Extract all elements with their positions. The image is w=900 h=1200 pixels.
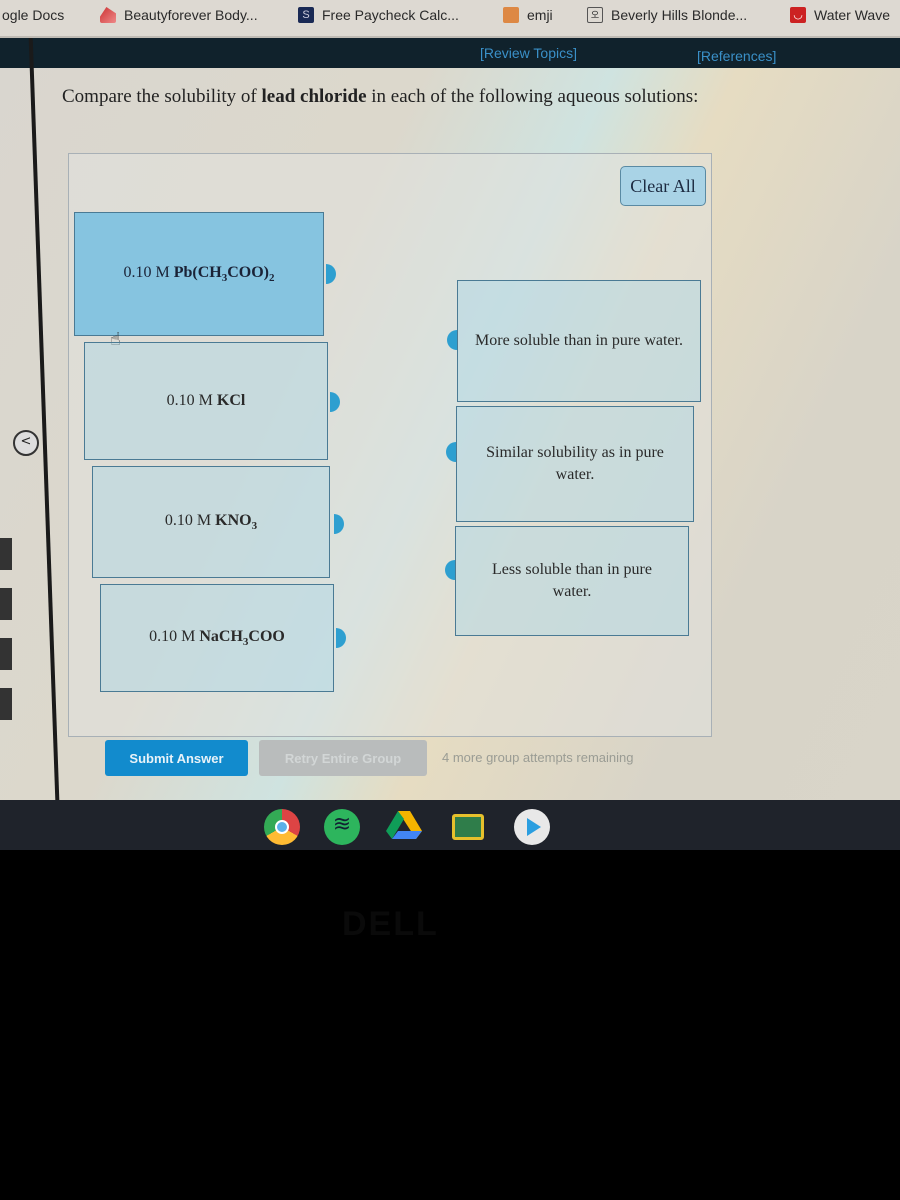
tile-label: 0.10 M NaCH3COO xyxy=(149,628,285,648)
os-shelf xyxy=(0,800,900,850)
tile-label: 0.10 M KNO3 xyxy=(165,512,257,532)
answer-target-similar-solubility[interactable]: Similar solubility as in pure water. xyxy=(456,406,694,522)
answer-target-less-soluble[interactable]: Less soluble than in pure water. xyxy=(455,526,689,636)
solution-tile-pb-acetate[interactable]: 0.10 M Pb(CH3COO)2 xyxy=(74,212,324,336)
bookmark-beautyforever[interactable]: Beautyforever Body... xyxy=(100,3,258,27)
references-link[interactable]: [References] xyxy=(697,48,776,64)
left-edge: < xyxy=(0,38,60,800)
question-text: Compare the solubility of lead chloride … xyxy=(62,86,698,108)
google-drive-icon[interactable] xyxy=(386,809,422,845)
concentration: 0.10 M xyxy=(149,627,200,645)
answer-label: Similar solubility as in pure water. xyxy=(486,444,664,483)
review-topics-link[interactable]: [Review Topics] xyxy=(480,45,577,61)
bookmark-label: Free Paycheck Calc... xyxy=(322,7,459,23)
retry-entire-group-button[interactable]: Retry Entire Group xyxy=(259,740,427,776)
concentration: 0.10 M xyxy=(123,263,174,281)
solution-tile-kcl[interactable]: 0.10 M KCl xyxy=(84,342,328,460)
bookmark-beverly-hills[interactable]: 오 Beverly Hills Blonde... xyxy=(587,3,747,27)
spotify-icon[interactable] xyxy=(324,809,360,845)
formula: Pb(CH3COO)2 xyxy=(173,263,275,285)
bookmark-label: emji xyxy=(527,7,553,23)
bookmark-label: Beverly Hills Blonde... xyxy=(611,7,748,23)
tile-label: 0.10 M KCl xyxy=(167,392,246,410)
bookmark-label: Beautyforever Body... xyxy=(124,7,258,23)
concentration: 0.10 M xyxy=(164,511,216,529)
left-divider xyxy=(28,38,60,800)
formula: KCl xyxy=(216,392,246,409)
beautyforever-icon xyxy=(100,7,116,23)
question-suffix: in each of the following aqueous solutio… xyxy=(366,86,699,107)
collapse-left-icon[interactable]: < xyxy=(13,430,39,456)
answer-target-more-soluble[interactable]: More soluble than in pure water. xyxy=(457,280,701,402)
left-edge-block xyxy=(0,538,12,570)
bookmark-label: ogle Docs xyxy=(2,7,65,23)
question-prefix: Compare the solubility of xyxy=(62,86,262,107)
bookmark-water-wave[interactable]: ◡ Water Wave xyxy=(790,3,890,27)
bookmark-label: Water Wave xyxy=(814,7,890,23)
bookmarks-bar: ogle Docs Beautyforever Body... S Free P… xyxy=(0,0,900,38)
clear-all-button[interactable]: Clear All xyxy=(620,166,706,206)
formula: KNO3 xyxy=(215,511,258,533)
bookmark-emji[interactable]: emji xyxy=(503,3,553,27)
top-nav: [Review Topics] [References] xyxy=(0,38,900,68)
google-play-icon[interactable] xyxy=(514,809,550,845)
solution-tile-kno3[interactable]: 0.10 M KNO3 xyxy=(92,466,330,578)
left-edge-block xyxy=(0,638,12,670)
emji-icon xyxy=(503,7,519,23)
answer-label: Less soluble than in pure water. xyxy=(492,561,652,600)
bookmark-google-docs[interactable]: ogle Docs xyxy=(2,3,64,27)
page-content: [Review Topics] [References] Compare the… xyxy=(0,38,900,800)
answer-label: More soluble than in pure water. xyxy=(475,332,683,349)
chrome-icon[interactable] xyxy=(264,809,300,845)
submit-answer-button[interactable]: Submit Answer xyxy=(105,740,248,776)
dell-logo: DELL xyxy=(342,905,439,943)
left-edge-block xyxy=(0,588,12,620)
attempts-remaining-text: 4 more group attempts remaining xyxy=(442,750,634,765)
left-edge-block xyxy=(0,688,12,720)
s-icon: S xyxy=(298,7,314,23)
bookmark-free-paycheck[interactable]: S Free Paycheck Calc... xyxy=(298,3,459,27)
solution-tile-na-acetate[interactable]: 0.10 M NaCH3COO xyxy=(100,584,334,692)
question-bold: lead chloride xyxy=(261,86,367,107)
tile-label: 0.10 M Pb(CH3COO)2 xyxy=(123,264,274,284)
formula: NaCH3COO xyxy=(199,627,285,649)
beverly-icon: 오 xyxy=(587,7,603,23)
concentration: 0.10 M xyxy=(166,392,217,409)
water-wave-icon: ◡ xyxy=(790,7,806,23)
google-classroom-icon[interactable] xyxy=(452,814,484,840)
